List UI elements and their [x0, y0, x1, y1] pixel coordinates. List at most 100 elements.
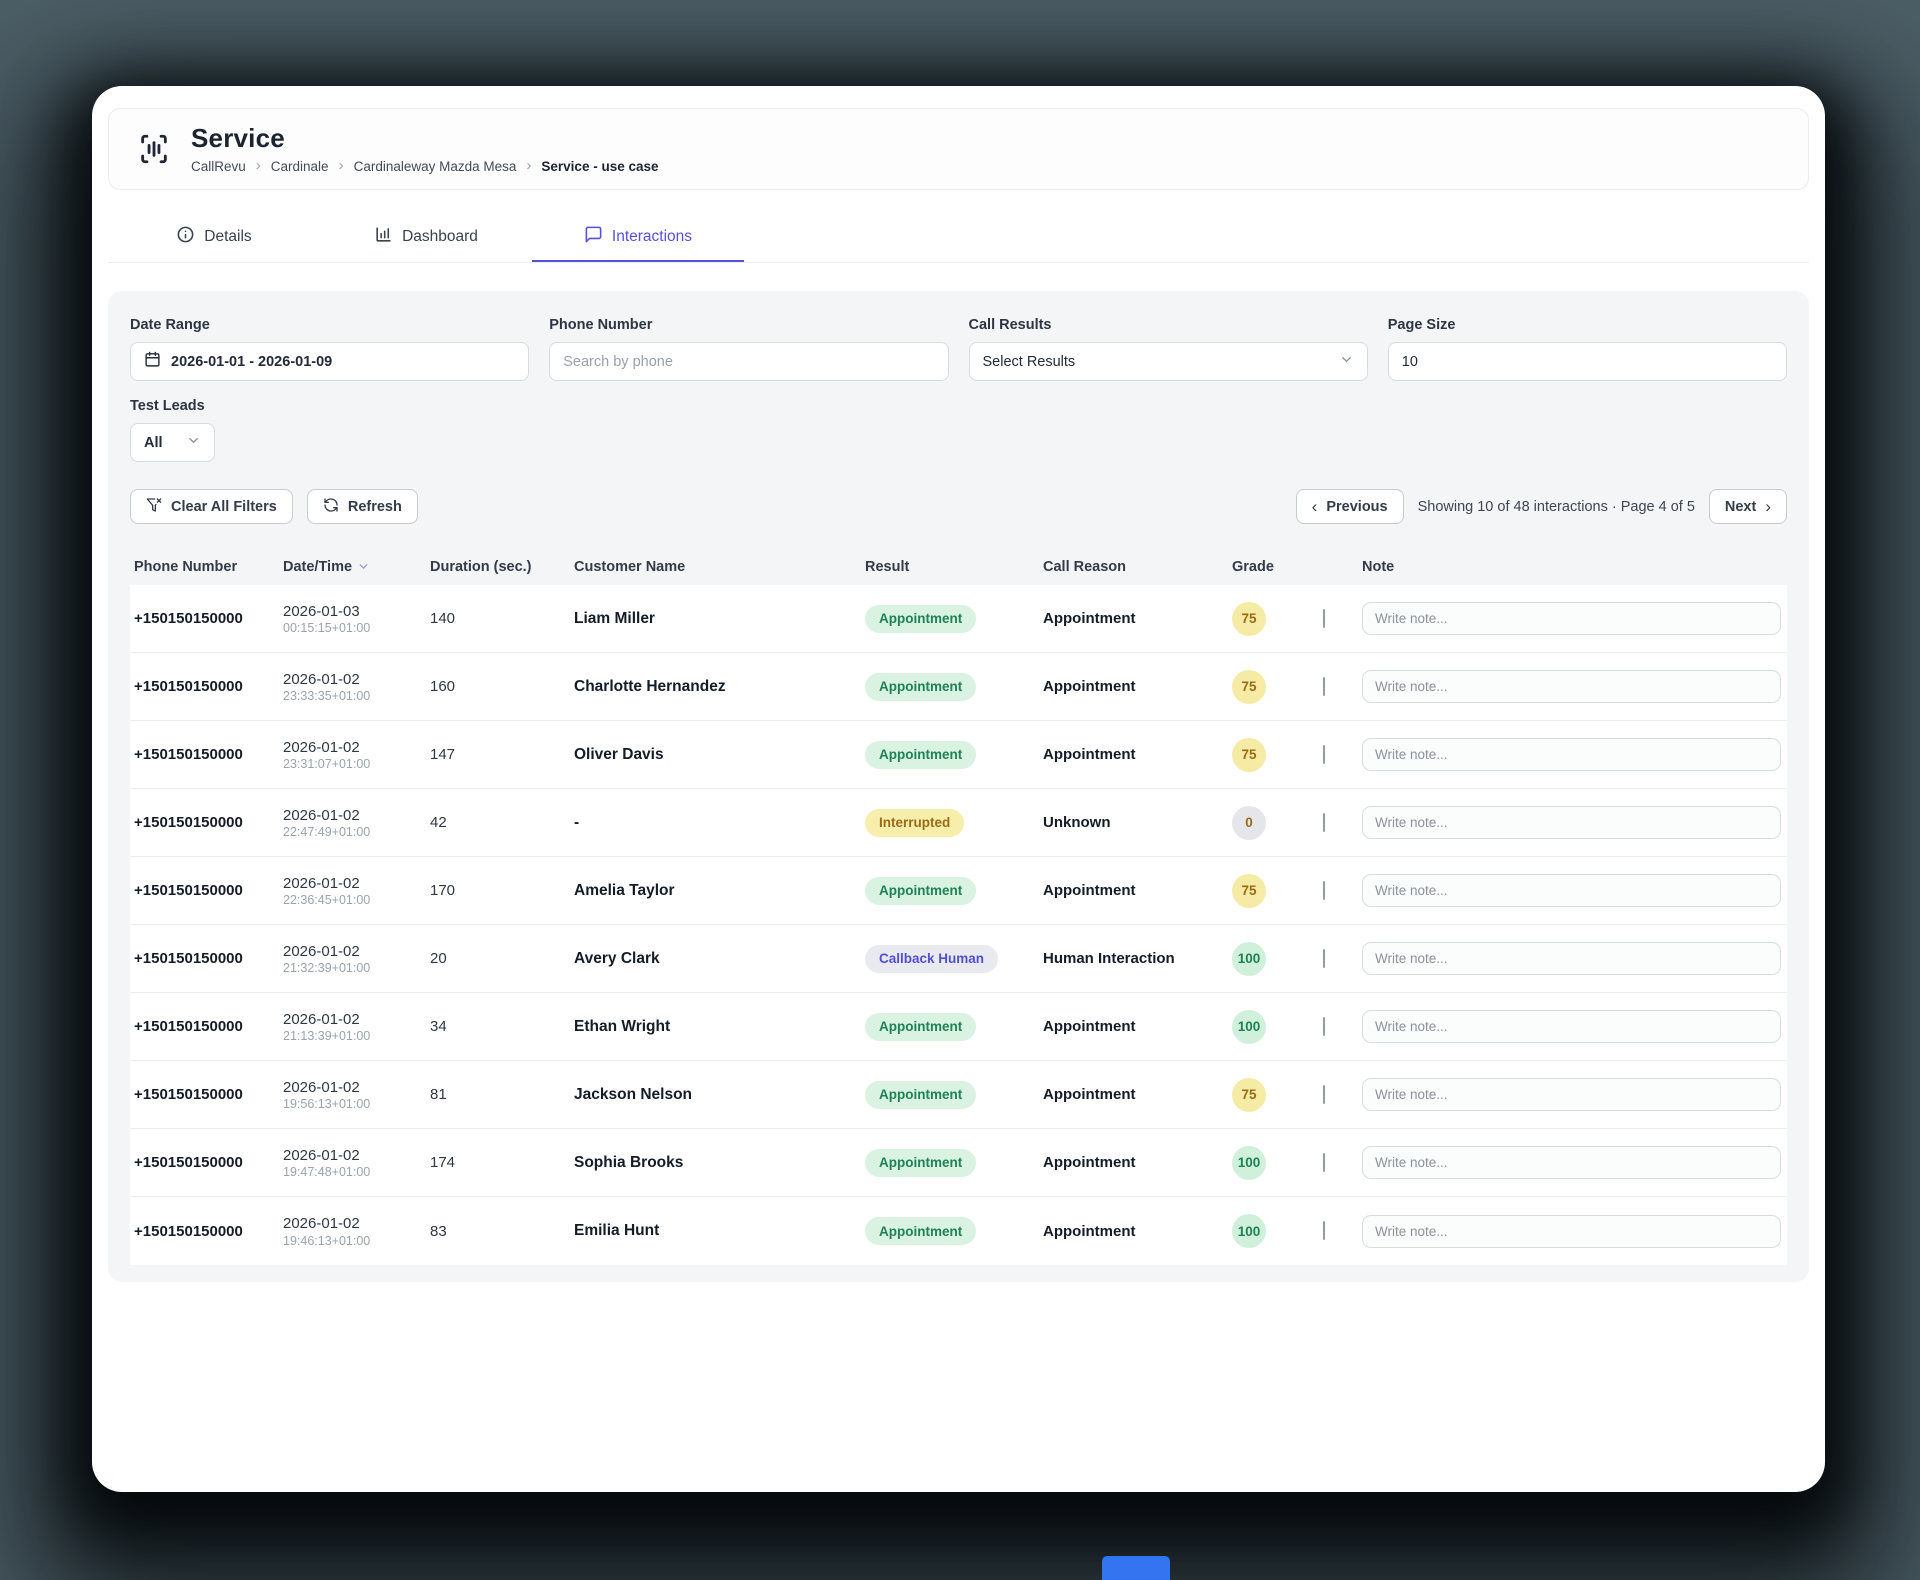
tab-interactions[interactable]: Interactions — [532, 213, 744, 262]
note-checkbox[interactable] — [1323, 813, 1325, 832]
cell-reason: Appointment — [1043, 610, 1232, 627]
column-header-reason: Call Reason — [1043, 559, 1232, 575]
grade-badge: 100 — [1232, 1146, 1266, 1180]
result-badge: Appointment — [865, 741, 976, 769]
note-input[interactable] — [1362, 602, 1781, 635]
note-checkbox[interactable] — [1323, 609, 1325, 628]
note-checkbox[interactable] — [1323, 949, 1325, 968]
page-size-input[interactable] — [1402, 354, 1773, 370]
table-row: +150150150000 2026-01-02 23:31:07+01:00 … — [130, 721, 1787, 789]
breadcrumb-item[interactable]: CallRevu — [191, 159, 246, 174]
cell-date: 2026-01-02 — [283, 874, 430, 894]
result-badge: Appointment — [865, 1149, 976, 1177]
call-results-select[interactable]: Select Results — [969, 342, 1368, 381]
result-badge: Interrupted — [865, 809, 964, 837]
table-row: +150150150000 2026-01-02 22:47:49+01:00 … — [130, 789, 1787, 857]
column-header-grade: Grade — [1232, 559, 1323, 575]
result-badge: Appointment — [865, 1081, 976, 1109]
tab-label: Dashboard — [402, 228, 478, 246]
cell-reason: Human Interaction — [1043, 950, 1232, 967]
result-badge: Appointment — [865, 1013, 976, 1041]
chevron-left-icon: ‹ — [1312, 498, 1318, 515]
note-input[interactable] — [1362, 1010, 1781, 1043]
call-results-value: Select Results — [983, 354, 1076, 370]
chevron-down-icon — [1339, 352, 1354, 371]
cell-reason: Appointment — [1043, 882, 1232, 899]
note-checkbox[interactable] — [1323, 1221, 1325, 1240]
cell-time: 21:32:39+01:00 — [283, 961, 430, 975]
table-row: +150150150000 2026-01-02 22:36:45+01:00 … — [130, 857, 1787, 925]
sort-chevron-icon — [357, 560, 370, 573]
phone-search-input[interactable] — [563, 354, 934, 370]
note-checkbox[interactable] — [1323, 1017, 1325, 1036]
date-range-value: 2026-01-01 - 2026-01-09 — [171, 354, 332, 370]
phone-number-label: Phone Number — [549, 317, 948, 333]
test-leads-label: Test Leads — [130, 398, 215, 414]
breadcrumb-item[interactable]: Cardinale — [271, 159, 329, 174]
cell-reason: Unknown — [1043, 814, 1232, 831]
note-input[interactable] — [1362, 874, 1781, 907]
cell-phone: +150150150000 — [134, 814, 283, 831]
cell-duration: 140 — [430, 610, 574, 627]
date-range-picker[interactable]: 2026-01-01 - 2026-01-09 — [130, 342, 529, 381]
cell-time: 21:13:39+01:00 — [283, 1029, 430, 1043]
cell-reason: Appointment — [1043, 746, 1232, 763]
result-badge: Appointment — [865, 673, 976, 701]
previous-page-button[interactable]: ‹ Previous — [1296, 489, 1404, 524]
cell-phone: +150150150000 — [134, 1223, 283, 1240]
note-checkbox[interactable] — [1323, 881, 1325, 900]
column-header-customer: Customer Name — [574, 559, 865, 575]
result-badge: Appointment — [865, 877, 976, 905]
note-input[interactable] — [1362, 738, 1781, 771]
next-page-button[interactable]: Next › — [1709, 489, 1787, 524]
cell-time: 19:46:13+01:00 — [283, 1234, 430, 1248]
column-header-phone: Phone Number — [134, 559, 283, 575]
grade-badge: 75 — [1232, 874, 1266, 908]
cell-time: 19:56:13+01:00 — [283, 1097, 430, 1111]
note-checkbox[interactable] — [1323, 1153, 1325, 1172]
cell-customer: Sophia Brooks — [574, 1154, 865, 1172]
cell-date: 2026-01-02 — [283, 738, 430, 758]
column-header-datetime[interactable]: Date/Time — [283, 559, 430, 575]
cell-date: 2026-01-02 — [283, 1146, 430, 1166]
note-input[interactable] — [1362, 670, 1781, 703]
cell-reason: Appointment — [1043, 1086, 1232, 1103]
result-badge: Callback Human — [865, 945, 998, 973]
cell-date: 2026-01-02 — [283, 1214, 430, 1234]
breadcrumb-item[interactable]: Cardinaleway Mazda Mesa — [354, 159, 517, 174]
note-input[interactable] — [1362, 1215, 1781, 1248]
cell-date: 2026-01-02 — [283, 942, 430, 962]
result-badge: Appointment — [865, 605, 976, 633]
result-badge: Appointment — [865, 1217, 976, 1245]
cell-customer: Amelia Taylor — [574, 882, 865, 900]
cell-phone: +150150150000 — [134, 1154, 283, 1171]
note-input[interactable] — [1362, 806, 1781, 839]
cell-time: 23:31:07+01:00 — [283, 757, 430, 771]
cell-customer: Charlotte Hernandez — [574, 678, 865, 696]
cell-phone: +150150150000 — [134, 678, 283, 695]
note-checkbox[interactable] — [1323, 1085, 1325, 1104]
cell-customer: Ethan Wright — [574, 1018, 865, 1036]
note-input[interactable] — [1362, 942, 1781, 975]
tab-details[interactable]: Details — [108, 213, 320, 262]
column-header-duration: Duration (sec.) — [430, 559, 574, 575]
chevron-down-icon — [186, 433, 201, 452]
note-checkbox[interactable] — [1323, 677, 1325, 696]
cell-date: 2026-01-02 — [283, 670, 430, 690]
note-checkbox[interactable] — [1323, 745, 1325, 764]
interactions-panel: Date Range 2026-01-01 - 2026-01-09 Phone… — [108, 291, 1809, 1282]
refresh-button[interactable]: Refresh — [307, 489, 418, 524]
breadcrumb-item-current: Service - use case — [541, 159, 658, 174]
column-header-note: Note — [1362, 559, 1783, 575]
note-input[interactable] — [1362, 1146, 1781, 1179]
table-header-row: Phone Number Date/Time Duration (sec.) C… — [130, 548, 1787, 585]
cell-customer: Avery Clark — [574, 950, 865, 968]
cell-customer: - — [574, 814, 865, 832]
test-leads-select[interactable]: All — [130, 423, 215, 462]
note-input[interactable] — [1362, 1078, 1781, 1111]
clear-all-filters-button[interactable]: Clear All Filters — [130, 489, 293, 524]
tab-dashboard[interactable]: Dashboard — [320, 213, 532, 262]
date-range-label: Date Range — [130, 317, 529, 333]
page-header: Service CallRevu › Cardinale › Cardinale… — [108, 108, 1809, 190]
chat-bubble-icon — [584, 225, 603, 249]
